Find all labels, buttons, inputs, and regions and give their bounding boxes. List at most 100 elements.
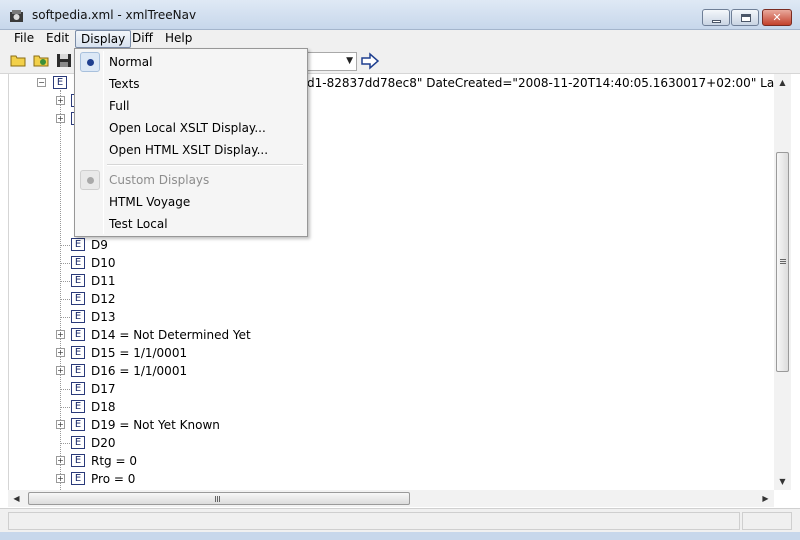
menu-help[interactable]: Help (160, 30, 197, 48)
tree-node-label: D14 = Not Determined Yet (91, 328, 251, 342)
tree-node[interactable]: E D18 (9, 398, 409, 416)
display-combo[interactable]: ▼ (305, 52, 357, 71)
menu-diff[interactable]: Diff (127, 30, 158, 48)
element-icon: E (71, 274, 85, 287)
menu-item-label: Open Local XSLT Display... (109, 121, 266, 135)
tree-node[interactable]: + E D16 = 1/1/0001 (9, 362, 409, 380)
collapse-icon[interactable]: − (37, 78, 46, 87)
tree-node-label: D17 (91, 382, 116, 396)
menu-item-label: Normal (109, 55, 153, 69)
expand-icon[interactable]: + (56, 348, 65, 357)
maximize-icon (741, 14, 751, 22)
tree-node[interactable]: + E D15 = 1/1/0001 (9, 344, 409, 362)
grip-line (215, 496, 216, 502)
window-title: softpedia.xml - xmlTreeNav (32, 8, 197, 22)
tree-node-label: D9 (91, 238, 108, 252)
open-recent-icon[interactable] (33, 53, 50, 68)
go-arrow-icon[interactable] (360, 52, 380, 70)
tree-node[interactable]: E D20 (9, 434, 409, 452)
tree-connector (61, 443, 70, 444)
expand-icon[interactable]: + (56, 420, 65, 429)
element-icon: E (71, 472, 85, 485)
tree-node[interactable]: + E D14 = Not Determined Yet (9, 326, 409, 344)
tree-node[interactable]: E D17 (9, 380, 409, 398)
menu-item-label: Custom Displays (109, 173, 210, 187)
minimize-icon (712, 20, 721, 23)
menu-item-test-local[interactable]: Test Local (77, 213, 305, 235)
menu-item-open-local-xslt[interactable]: Open Local XSLT Display... (77, 117, 305, 139)
menu-item-custom-displays: Custom Displays (77, 169, 305, 191)
expand-icon[interactable]: + (56, 474, 65, 483)
menu-bar: File Edit Display Diff Help (0, 30, 800, 48)
tree-node[interactable]: E D11 (9, 272, 409, 290)
app-icon (10, 10, 23, 22)
tree-node[interactable]: E D10 (9, 254, 409, 272)
status-bar (0, 508, 800, 532)
element-icon: E (71, 310, 85, 323)
tree-node-label: D11 (91, 274, 116, 288)
horizontal-scroll-thumb[interactable] (28, 492, 410, 505)
element-icon: E (71, 436, 85, 449)
tree-node-label: D18 (91, 400, 116, 414)
scroll-up-icon[interactable]: ▲ (774, 74, 791, 91)
minimize-button[interactable] (702, 9, 730, 26)
expand-icon[interactable]: + (56, 456, 65, 465)
element-icon: E (71, 328, 85, 341)
tree-node-label: Rtg = 0 (91, 454, 137, 468)
element-icon: E (71, 400, 85, 413)
tree-connector (61, 245, 70, 246)
title-bar[interactable]: softpedia.xml - xmlTreeNav ✕ (0, 0, 800, 30)
menu-separator (107, 164, 303, 166)
scroll-right-icon[interactable]: ▶ (757, 490, 774, 507)
close-icon: ✕ (772, 11, 782, 24)
tree-connector (61, 389, 70, 390)
tree-node-label: Pro = 0 (91, 472, 136, 486)
element-icon: E (71, 382, 85, 395)
grip-line (780, 261, 786, 262)
menu-item-open-html-xslt[interactable]: Open HTML XSLT Display... (77, 139, 305, 161)
tree-node[interactable]: + E D19 = Not Yet Known (9, 416, 409, 434)
menu-edit[interactable]: Edit (41, 30, 74, 48)
tree-connector (61, 263, 70, 264)
tree-node[interactable]: E D12 (9, 290, 409, 308)
element-icon: E (71, 418, 85, 431)
menu-display[interactable]: Display (75, 30, 132, 48)
display-menu: Normal Texts Full Open Local XSLT Displa… (74, 48, 308, 237)
menu-item-full[interactable]: Full (77, 95, 305, 117)
tree-node[interactable]: + E Pro = 0 (9, 470, 409, 488)
expand-icon[interactable]: + (56, 96, 65, 105)
radio-checked-icon (80, 52, 100, 72)
menu-item-normal[interactable]: Normal (77, 51, 305, 73)
menu-item-label: Open HTML XSLT Display... (109, 143, 269, 157)
tree-node-label: D10 (91, 256, 116, 270)
open-folder-icon[interactable] (10, 53, 27, 68)
element-icon: E (53, 76, 67, 89)
menu-item-html-voyage[interactable]: HTML Voyage (77, 191, 305, 213)
expand-icon[interactable]: + (56, 114, 65, 123)
tree-connector (61, 299, 70, 300)
horizontal-scrollbar[interactable]: ◀ ▶ (8, 490, 774, 507)
tree-node-label: D16 = 1/1/0001 (91, 364, 188, 378)
menu-item-texts[interactable]: Texts (77, 73, 305, 95)
close-button[interactable]: ✕ (762, 9, 792, 26)
radio-disabled-icon (80, 170, 100, 190)
tree-node[interactable]: + E Rtg = 0 (9, 452, 409, 470)
status-panel (8, 512, 740, 530)
element-icon: E (71, 238, 85, 251)
save-icon[interactable] (56, 53, 73, 68)
grip-line (780, 259, 786, 260)
scroll-down-icon[interactable]: ▼ (774, 473, 791, 490)
element-icon: E (71, 364, 85, 377)
expand-icon[interactable]: + (56, 330, 65, 339)
vertical-scrollbar[interactable]: ▲ ▼ (774, 74, 791, 490)
vertical-scroll-thumb[interactable] (776, 152, 789, 372)
scroll-left-icon[interactable]: ◀ (8, 490, 25, 507)
tree-connector (61, 407, 70, 408)
menu-file[interactable]: File (9, 30, 39, 48)
grip-line (217, 496, 218, 502)
tree-node[interactable]: E D13 (9, 308, 409, 326)
expand-icon[interactable]: + (56, 366, 65, 375)
tree-node[interactable]: E D9 (9, 236, 409, 254)
grip-line (780, 263, 786, 264)
maximize-button[interactable] (731, 9, 759, 26)
